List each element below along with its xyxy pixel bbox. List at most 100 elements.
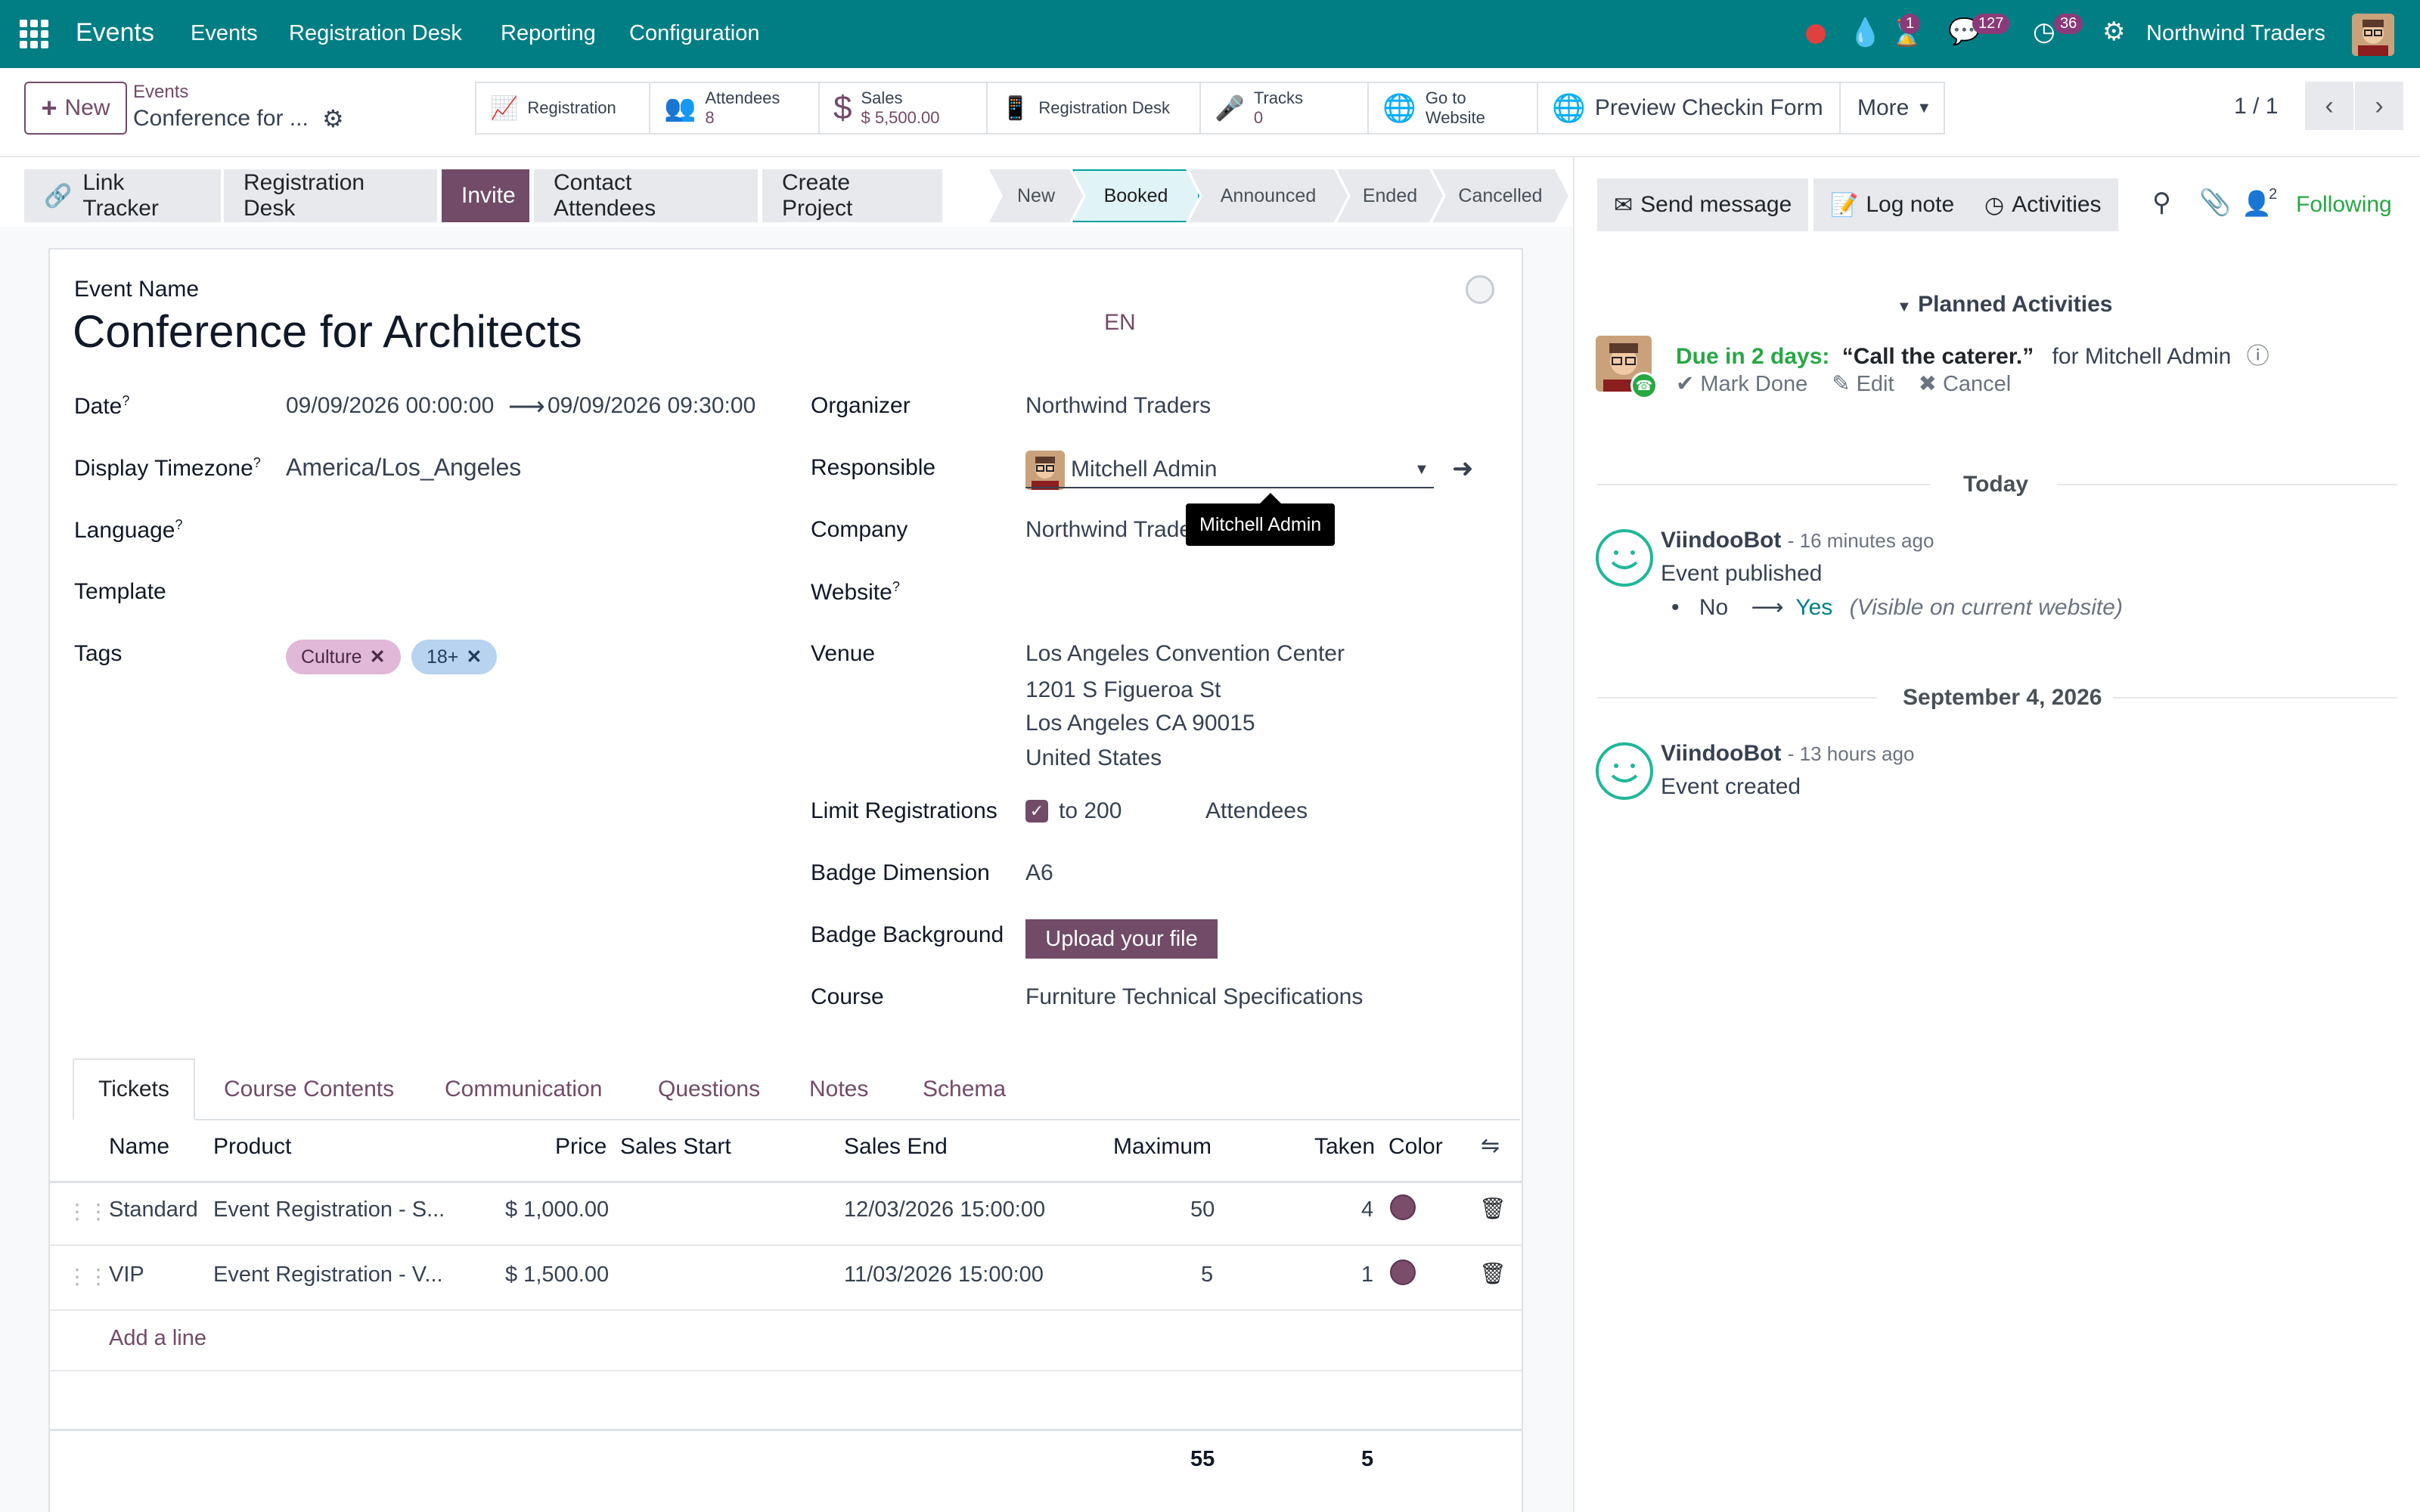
app-name[interactable]: Events: [76, 18, 154, 48]
ticket-sales-end[interactable]: 12/03/2026 15:00:00: [844, 1198, 1045, 1222]
col-product[interactable]: Product: [213, 1134, 291, 1160]
record-icon[interactable]: [1806, 24, 1826, 44]
smart-registration-desk[interactable]: 📱 Registration Desk: [986, 82, 1201, 135]
registration-desk-button[interactable]: Registration Desk: [224, 169, 437, 222]
menu-reporting[interactable]: Reporting: [501, 21, 596, 46]
ticket-product[interactable]: Event Registration - V...: [213, 1263, 443, 1287]
responsible-field[interactable]: Mitchell Admin: [1071, 457, 1217, 482]
company-field[interactable]: Northwind Trade: [1025, 517, 1192, 543]
language-toggle[interactable]: EN: [1104, 310, 1136, 336]
stage-announced[interactable]: Announced: [1189, 169, 1348, 222]
clock-icon[interactable]: ◷: [2033, 17, 2055, 47]
venue-name[interactable]: Los Angeles Convention Center: [1025, 641, 1345, 667]
ticket-name[interactable]: VIP: [109, 1263, 144, 1287]
date-end-field[interactable]: 09/09/2026 09:30:00: [548, 393, 755, 419]
tag-remove-icon[interactable]: ✕: [466, 646, 482, 668]
mark-done-link[interactable]: ✔ Mark Done: [1676, 370, 1807, 397]
col-sales-start[interactable]: Sales Start: [620, 1134, 731, 1160]
col-maximum[interactable]: Maximum: [1113, 1134, 1212, 1160]
ticket-color-swatch[interactable]: [1390, 1194, 1416, 1220]
trash-icon[interactable]: 🗑: [1479, 1196, 1506, 1221]
tab-notes[interactable]: Notes: [785, 1058, 892, 1120]
stage-ended[interactable]: Ended: [1337, 169, 1443, 222]
template-field[interactable]: [286, 573, 740, 606]
ticket-maximum[interactable]: 50: [1190, 1198, 1215, 1222]
search-icon[interactable]: ⚲: [2152, 187, 2171, 218]
tab-schema[interactable]: Schema: [898, 1058, 1030, 1120]
pager-value[interactable]: 1 / 1: [2234, 94, 2278, 119]
add-line-link[interactable]: Add a line: [109, 1326, 206, 1351]
log-note-button[interactable]: 📝 Log note: [1813, 178, 1972, 231]
invite-button[interactable]: Invite: [442, 169, 529, 222]
followers-icon[interactable]: 👤: [2242, 189, 2272, 218]
col-taken[interactable]: Taken: [1314, 1134, 1375, 1160]
kanban-state-icon[interactable]: [1466, 275, 1494, 304]
menu-events[interactable]: Events: [191, 21, 258, 46]
create-project-button[interactable]: Create Project: [762, 169, 942, 222]
ticket-maximum[interactable]: 5: [1201, 1263, 1213, 1287]
smart-registration[interactable]: 📈 Registration: [475, 82, 650, 135]
external-link-arrow-icon[interactable]: ➜: [1452, 454, 1474, 484]
smart-sales[interactable]: $ Sales $ 5,500.00: [818, 82, 988, 135]
ticket-sales-end[interactable]: 11/03/2026 15:00:00: [844, 1263, 1044, 1287]
message-author[interactable]: ViindooBot: [1661, 528, 1781, 553]
planned-activities-header[interactable]: ▼ Planned Activities: [1897, 292, 2112, 318]
stage-booked[interactable]: Booked: [1072, 169, 1199, 222]
contact-attendees-button[interactable]: Contact Attendees: [534, 169, 758, 222]
drop-icon[interactable]: 💧: [1848, 17, 1882, 48]
user-avatar[interactable]: [2352, 14, 2394, 56]
col-name[interactable]: Name: [109, 1134, 169, 1160]
breadcrumb-parent[interactable]: Events: [133, 82, 188, 103]
tab-questions[interactable]: Questions: [634, 1058, 784, 1120]
stage-cancelled[interactable]: Cancelled: [1432, 169, 1568, 222]
paperclip-icon[interactable]: 📎: [2199, 187, 2231, 218]
smart-go-to-website[interactable]: 🌐 Go to Website: [1367, 82, 1538, 135]
smart-preview-checkin[interactable]: 🌐 Preview Checkin Form: [1537, 82, 1841, 135]
ticket-product[interactable]: Event Registration - S...: [213, 1198, 445, 1222]
col-sales-end[interactable]: Sales End: [844, 1134, 948, 1160]
message-author[interactable]: ViindooBot: [1661, 741, 1781, 766]
apps-menu-icon[interactable]: [20, 20, 48, 48]
drag-handle-icon[interactable]: ⋮⋮: [67, 1264, 109, 1289]
trash-icon[interactable]: 🗑: [1479, 1261, 1506, 1286]
course-field[interactable]: Furniture Technical Specifications: [1025, 984, 1363, 1010]
organizer-field[interactable]: Northwind Traders: [1025, 393, 1211, 419]
upload-file-button[interactable]: Upload your file: [1025, 919, 1218, 959]
caret-down-icon[interactable]: ▼: [1414, 461, 1429, 479]
limit-checkbox[interactable]: ✓: [1025, 800, 1048, 823]
new-button[interactable]: + New: [24, 82, 127, 135]
smart-attendees[interactable]: 👥 Attendees 8: [649, 82, 820, 135]
drag-handle-icon[interactable]: ⋮⋮: [67, 1199, 109, 1224]
tab-tickets[interactable]: Tickets: [73, 1058, 195, 1120]
activities-button[interactable]: ◷ Activities: [1968, 178, 2118, 231]
info-icon[interactable]: ⓘ: [2247, 344, 2270, 369]
ticket-name[interactable]: Standard: [109, 1198, 198, 1222]
language-field[interactable]: [286, 511, 740, 544]
timezone-field[interactable]: America/Los_Angeles: [286, 454, 521, 482]
limit-max-field[interactable]: to 200: [1059, 798, 1122, 824]
date-start-field[interactable]: 09/09/2026 00:00:00: [286, 393, 494, 419]
more-dropdown[interactable]: More ▼: [1839, 82, 1945, 135]
pager-next-button[interactable]: ›: [2355, 82, 2403, 130]
menu-configuration[interactable]: Configuration: [629, 21, 760, 46]
stage-new[interactable]: New: [989, 169, 1083, 222]
ticket-price[interactable]: $ 1,500.00: [505, 1263, 609, 1287]
col-price[interactable]: Price: [555, 1134, 607, 1160]
link-tracker-button[interactable]: 🔗 Link Tracker: [24, 169, 221, 222]
following-toggle[interactable]: Following: [2296, 192, 2392, 218]
optional-columns-icon[interactable]: ⇋: [1481, 1132, 1500, 1159]
event-name-field[interactable]: Conference for Architects: [73, 305, 582, 358]
menu-registration-desk[interactable]: Registration Desk: [289, 21, 462, 46]
ticket-price[interactable]: $ 1,000.00: [505, 1198, 609, 1222]
send-message-button[interactable]: ✉ Send message: [1597, 178, 1809, 231]
tab-course-contents[interactable]: Course Contents: [200, 1058, 418, 1120]
edit-link[interactable]: ✎ Edit: [1832, 370, 1894, 397]
company-switcher[interactable]: Northwind Traders: [2146, 21, 2325, 46]
badge-dimension-field[interactable]: A6: [1025, 860, 1053, 886]
gear-icon[interactable]: ⚙: [322, 104, 344, 133]
cancel-link[interactable]: ✖ Cancel: [1919, 370, 2012, 397]
pager-prev-button[interactable]: ‹: [2305, 82, 2353, 130]
tab-communication[interactable]: Communication: [420, 1058, 626, 1120]
smart-tracks[interactable]: 🎤 Tracks 0: [1199, 82, 1369, 135]
tag-remove-icon[interactable]: ✕: [370, 646, 386, 668]
